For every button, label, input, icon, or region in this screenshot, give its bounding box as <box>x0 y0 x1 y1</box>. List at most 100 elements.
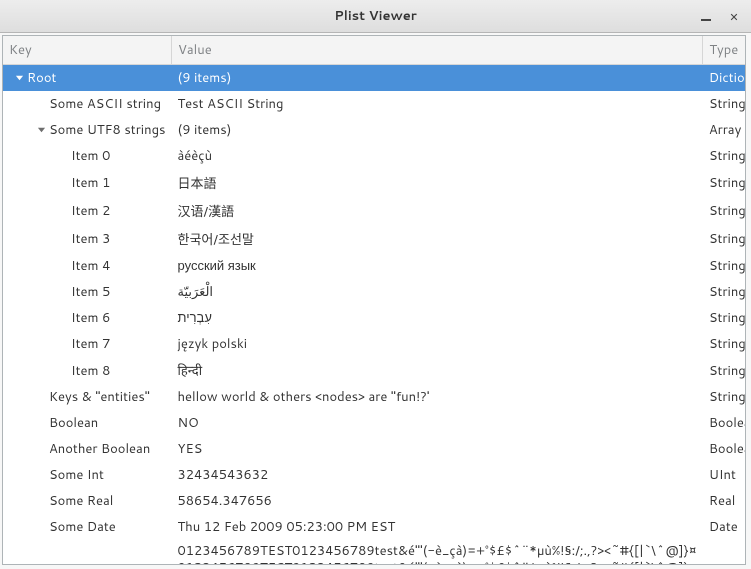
tree-cell-key: Item 0 <box>3 143 172 169</box>
tree-cell-value: Test ASCII String <box>172 91 703 117</box>
tree-cell-key: Some ASCII string <box>3 91 172 117</box>
tree-cell-type: Dictionary <box>703 65 745 92</box>
column-header-key[interactable]: Key <box>3 36 172 65</box>
key-label: Item 1 <box>71 174 110 192</box>
tree-cell-value: עִבְרִית <box>172 305 703 331</box>
tree-cell-value: 58654.347656 <box>172 488 703 514</box>
key-label: Some Date <box>49 518 116 536</box>
tree-row[interactable]: Item 1 日本語String <box>3 169 745 197</box>
tree-row[interactable]: Keys & "entities"hellow world & others <… <box>3 384 745 410</box>
key-label: Item 4 <box>71 257 110 275</box>
plist-tree-table: Key Value Type Root(9 items)DictionarySo… <box>3 36 745 564</box>
tree-row[interactable]: 0123456789TEST0123456789test&é"'(-è_çà)=… <box>3 540 745 564</box>
disclosure-triangle-icon[interactable] <box>13 72 25 86</box>
tree-row[interactable]: Item 5الْعَرَبيّةString <box>3 279 745 305</box>
tree-cell-type: String <box>703 143 745 169</box>
window-title: Plist Viewer <box>334 7 417 25</box>
tree-cell-type <box>703 540 745 564</box>
tree-cell-value: 한국어/조선말 <box>172 225 703 253</box>
tree-cell-type: String <box>703 91 745 117</box>
tree-cell-value: Thu 12 Feb 2009 05:23:00 PM EST <box>172 514 703 540</box>
tree-row[interactable]: Some Int 32434543632UInt <box>3 462 745 488</box>
key-label: Item 7 <box>71 335 110 353</box>
tree-cell-key: Item 3 <box>3 225 172 253</box>
close-button[interactable] <box>727 10 741 24</box>
tree-cell-type: Boolean <box>703 436 745 462</box>
key-label: Item 2 <box>71 202 110 220</box>
tree-cell-type: Boolean <box>703 410 745 436</box>
column-header-value[interactable]: Value <box>172 36 703 65</box>
tree-cell-value: हिन्दी <box>172 357 703 384</box>
tree-cell-value: (9 items) <box>172 117 703 143</box>
tree-row[interactable]: BooleanNOBoolean <box>3 410 745 436</box>
tree-cell-type: Date <box>703 514 745 540</box>
tree-cell-key: Some UTF8 strings <box>3 117 172 143</box>
key-label: Item 3 <box>71 230 110 248</box>
tree-cell-value: (9 items) <box>172 65 703 92</box>
tree-cell-key: Item 1 <box>3 169 172 197</box>
tree-cell-key: Boolean <box>3 410 172 436</box>
tree-cell-key: Some Int <box>3 462 172 488</box>
column-header-row: Key Value Type <box>3 36 745 65</box>
tree-cell-value: русский язык <box>172 253 703 279</box>
tree-cell-key: Root <box>3 65 172 92</box>
tree-cell-key: Item 8 <box>3 357 172 384</box>
tree-cell-key: Another Boolean <box>3 436 172 462</box>
tree-cell-type: String <box>703 253 745 279</box>
tree-cell-type: String <box>703 169 745 197</box>
key-label: Item 0 <box>71 147 110 165</box>
tree-row[interactable]: Some Date Thu 12 Feb 2009 05:23:00 PM EST… <box>3 514 745 540</box>
tree-row[interactable]: Root (9 items)Dictionary <box>3 65 745 92</box>
tree-row[interactable]: Item 4 русский языкString <box>3 253 745 279</box>
column-header-type[interactable]: Type <box>703 36 745 65</box>
key-label: Some UTF8 strings <box>49 121 166 139</box>
tree-row[interactable]: Some UTF8 strings (9 items)Array <box>3 117 745 143</box>
tree-cell-key: Keys & "entities" <box>3 384 172 410</box>
key-label: Some Int <box>49 466 104 484</box>
tree-cell-value: 32434543632 <box>172 462 703 488</box>
tree-cell-value: NO <box>172 410 703 436</box>
key-label: Some ASCII string <box>49 95 161 113</box>
key-label: Root <box>27 69 56 87</box>
tree-cell-key: Some Real <box>3 488 172 514</box>
tree-cell-value: 日本語 <box>172 169 703 197</box>
tree-row[interactable]: Some Real 58654.347656Real <box>3 488 745 514</box>
tree-cell-value: 汉语/漢語 <box>172 197 703 225</box>
tree-cell-type: String <box>703 305 745 331</box>
key-label: Keys & "entities" <box>49 388 150 406</box>
tree-scroll[interactable]: Key Value Type Root(9 items)DictionarySo… <box>3 36 745 564</box>
key-label: Another Boolean <box>49 440 150 458</box>
tree-cell-key: Item 2 <box>3 197 172 225</box>
tree-row[interactable]: Item 6 עִבְרִיתString <box>3 305 745 331</box>
tree-row[interactable]: Item 8हिन्दीString <box>3 357 745 384</box>
tree-row[interactable]: Item 0 àéèçùString <box>3 143 745 169</box>
tree-cell-type: String <box>703 331 745 357</box>
tree-cell-type: String <box>703 279 745 305</box>
tree-cell-value: àéèçù <box>172 143 703 169</box>
tree-cell-key: Some Date <box>3 514 172 540</box>
tree-cell-key <box>3 540 172 564</box>
tree-cell-type: Real <box>703 488 745 514</box>
tree-cell-type: String <box>703 225 745 253</box>
content-frame: Key Value Type Root(9 items)DictionarySo… <box>2 35 746 565</box>
window-controls <box>699 0 741 33</box>
tree-row[interactable]: Some ASCII string Test ASCII StringString <box>3 91 745 117</box>
tree-cell-value: الْعَرَبيّة <box>172 279 703 305</box>
disclosure-triangle-icon[interactable] <box>35 124 47 138</box>
tree-cell-type: UInt <box>703 462 745 488</box>
titlebar: Plist Viewer <box>0 0 751 33</box>
tree-cell-type: Array <box>703 117 745 143</box>
tree-cell-type: String <box>703 357 745 384</box>
minimize-button[interactable] <box>699 10 713 24</box>
tree-cell-key: Item 4 <box>3 253 172 279</box>
key-label: Item 6 <box>71 309 110 327</box>
tree-row[interactable]: Item 7język polskiString <box>3 331 745 357</box>
tree-cell-key: Item 6 <box>3 305 172 331</box>
key-label: Boolean <box>49 414 98 432</box>
tree-cell-value: 0123456789TEST0123456789test&é"'(-è_çà)=… <box>172 540 703 564</box>
key-label: Some Real <box>49 492 113 510</box>
tree-row[interactable]: Item 3 한국어/조선말String <box>3 225 745 253</box>
tree-row[interactable]: Item 2汉语/漢語String <box>3 197 745 225</box>
tree-row[interactable]: Another BooleanYESBoolean <box>3 436 745 462</box>
tree-cell-key: Item 5 <box>3 279 172 305</box>
